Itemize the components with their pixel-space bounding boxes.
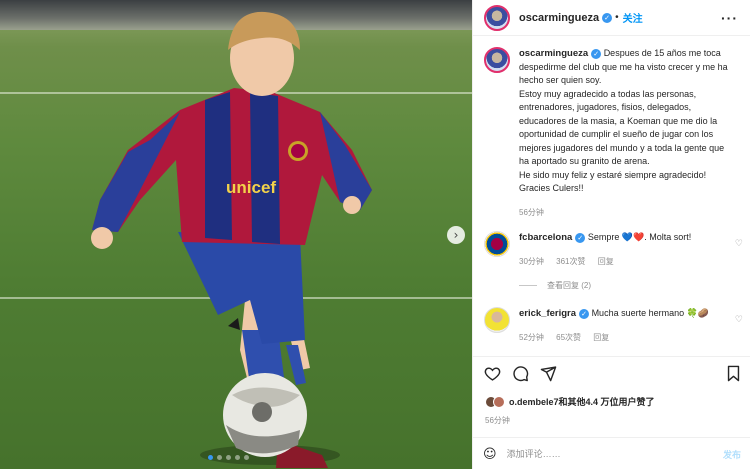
carousel-dot [217, 455, 222, 460]
carousel-dot [244, 455, 249, 460]
caption-text: Despues de 15 años me toca despedirme de… [519, 48, 728, 193]
boy-with-ball-illustration: unicef [91, 11, 372, 468]
more-icon[interactable]: ··· [721, 10, 738, 26]
comment-meta: 30分钟 361次赞 回复 [519, 255, 729, 269]
post-header: oscarmingueza ✓ • 关注 ··· [473, 0, 750, 36]
comment-text: Mucha suerte hermano 🍀🥔 [591, 308, 710, 318]
view-replies-button[interactable]: 查看回复 (2) [519, 280, 591, 291]
comment-list[interactable]: oscarmingueza ✓ Despues de 15 años me toc… [473, 37, 750, 355]
comment-likes[interactable]: 65次赞 [556, 333, 581, 342]
comment-username[interactable]: erick_ferigra [519, 308, 576, 319]
share-icon[interactable] [540, 365, 557, 382]
heart-icon[interactable] [484, 365, 501, 382]
add-comment-bar: ☺ 发布 [473, 437, 750, 469]
carousel-dot [208, 455, 213, 460]
caption-meta: 56分钟 [519, 206, 729, 220]
caption-username[interactable]: oscarmingueza [519, 48, 588, 59]
verified-icon: ✓ [579, 308, 590, 319]
comment-time: 30分钟 [519, 256, 544, 266]
comment-meta: 52分钟 65次赞 回复 [519, 331, 729, 345]
comment-time: 52分钟 [519, 332, 544, 342]
carousel-dot [235, 455, 240, 460]
verified-icon: ✓ [591, 48, 602, 59]
header-username[interactable]: oscarmingueza [519, 12, 599, 24]
comment-icon[interactable] [512, 365, 529, 382]
verified-icon: ✓ [602, 12, 613, 23]
comment-text: Sempre 💙❤️. Molta sort! [587, 232, 692, 242]
liker-username[interactable]: o.dembele7 [509, 397, 559, 407]
post-actions: o.dembele7和其他4.4 万位用户赞了 56分钟 ☺ 发布 [473, 356, 750, 469]
bookmark-icon[interactable] [726, 365, 741, 382]
comment-body: erick_ferigra ✓ Mucha suerte hermano 🍀🥔 5… [519, 307, 729, 344]
post-photo[interactable]: unicef › [0, 0, 472, 469]
carousel-dots [208, 455, 249, 460]
view-replies-label[interactable]: 查看回复 (2) [547, 280, 591, 291]
follow-button[interactable]: 关注 [623, 10, 643, 25]
svg-text:unicef: unicef [226, 178, 276, 197]
carousel-dot [226, 455, 231, 460]
caption-body: oscarmingueza ✓ Despues de 15 años me toc… [519, 47, 729, 219]
comment-body: fcbarcelona ✓ Sempre 💙❤️. Molta sort! 30分… [519, 231, 729, 268]
action-icons [484, 365, 557, 382]
reply-button[interactable]: 回复 [593, 333, 609, 342]
reply-button[interactable]: 回复 [598, 257, 614, 266]
emoji-icon[interactable]: ☺ [483, 447, 497, 462]
caption-time: 56分钟 [519, 207, 544, 217]
post-side-panel: oscarmingueza ✓ • 关注 ··· oscarmingueza ✓ … [472, 0, 750, 469]
divider [519, 285, 537, 286]
likes-text: o.dembele7和其他4.4 万位用户赞了 [509, 395, 655, 408]
post-comment-button[interactable]: 发布 [723, 448, 741, 461]
avatar[interactable] [484, 231, 510, 257]
comment-like-icon[interactable]: ♡ [735, 239, 743, 249]
avatar[interactable] [484, 307, 510, 333]
post-time: 56分钟 [485, 416, 510, 425]
comment-username[interactable]: fcbarcelona [519, 232, 572, 243]
avatar[interactable] [484, 47, 510, 73]
liker-avatar [493, 395, 505, 408]
comment-like-icon[interactable]: ♡ [735, 315, 743, 325]
likes-summary[interactable]: o.dembele7和其他4.4 万位用户赞了 [485, 395, 655, 408]
carousel-next-icon[interactable]: › [447, 226, 465, 244]
comment-likes[interactable]: 361次赞 [556, 257, 585, 266]
comment-row: erick_ferigra ✓ Mucha suerte hermano 🍀🥔 5… [484, 307, 729, 344]
avatar[interactable] [484, 4, 510, 31]
dot-separator: • [615, 12, 619, 23]
verified-icon: ✓ [575, 232, 586, 243]
comment-input[interactable] [506, 449, 723, 459]
comment-row: fcbarcelona ✓ Sempre 💙❤️. Molta sort! 30分… [484, 231, 729, 268]
likes-rest[interactable]: 和其他4.4 万位用户赞了 [559, 397, 655, 407]
caption-row: oscarmingueza ✓ Despues de 15 años me toc… [484, 47, 729, 219]
